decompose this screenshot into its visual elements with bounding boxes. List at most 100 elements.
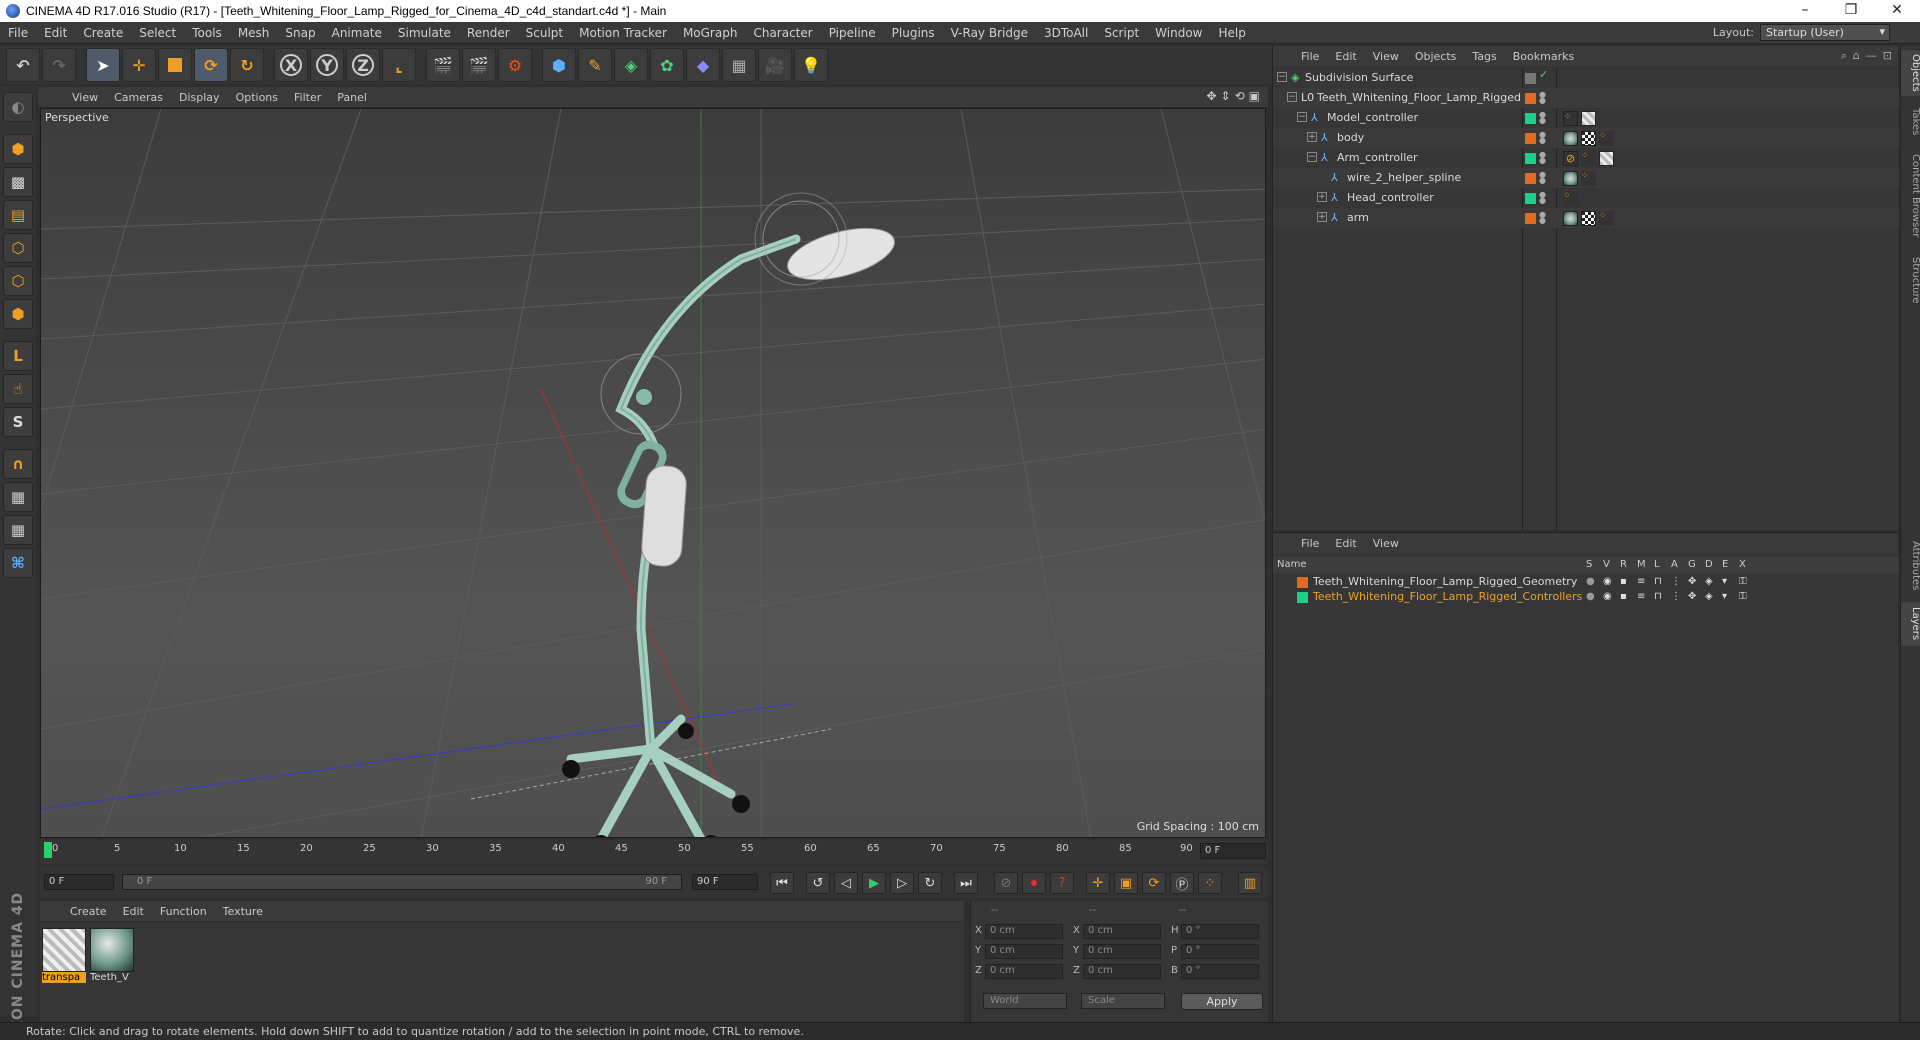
- key-pla-icon[interactable]: ⁘: [1198, 872, 1222, 894]
- go-to-end-icon[interactable]: ⏭: [954, 872, 978, 894]
- visibility-dots[interactable]: ● ●: [1539, 131, 1546, 145]
- layer-swatch[interactable]: [1525, 193, 1536, 204]
- preview-range-slider[interactable]: 0 F 90 F: [122, 874, 682, 890]
- texture-mode-icon[interactable]: ▩: [3, 167, 33, 197]
- expand-panel-icon[interactable]: ⊡: [1883, 49, 1892, 63]
- visibility-dots[interactable]: ● ●: [1539, 91, 1546, 105]
- menu-simulate[interactable]: Simulate: [390, 26, 459, 40]
- texture-tag-icon[interactable]: [1581, 131, 1596, 146]
- layer-row-geometry[interactable]: Teeth_Whitening_Floor_Lamp_Rigged_Geomet…: [1273, 575, 1899, 590]
- ik-tag-icon[interactable]: ⁘: [1563, 191, 1578, 206]
- ik-tag-icon[interactable]: ⁘: [1563, 111, 1578, 126]
- keyframe-selection-icon[interactable]: ?: [1050, 872, 1074, 894]
- polygons-mode-icon[interactable]: ⬢: [3, 299, 33, 329]
- select-icon[interactable]: ➤: [86, 48, 120, 82]
- layer-color-swatch[interactable]: [1297, 592, 1308, 603]
- model-mode-icon[interactable]: ⬢: [3, 134, 33, 164]
- layer-swatch[interactable]: [1525, 153, 1536, 164]
- solo-toggle[interactable]: ●: [1586, 576, 1595, 587]
- render-picture-viewer-icon[interactable]: 🎬: [462, 48, 496, 82]
- size-mode-dropdown[interactable]: Scale: [1081, 993, 1165, 1009]
- tab-attributes[interactable]: Attributes: [1901, 536, 1920, 596]
- menu-render[interactable]: Render: [459, 26, 518, 40]
- layer-swatch[interactable]: [1525, 173, 1536, 184]
- minimize-button[interactable]: –: [1782, 0, 1828, 22]
- expand-toggle[interactable]: −: [1277, 72, 1287, 82]
- axis-icon[interactable]: L: [3, 341, 33, 371]
- key-parameter-icon[interactable]: Ⓟ: [1170, 872, 1194, 894]
- expand-toggle[interactable]: −: [1287, 92, 1297, 102]
- position-x-field[interactable]: 0 cm: [985, 924, 1063, 939]
- object-row-arm[interactable]: + ⅄ arm ● ● ⁘: [1273, 208, 1899, 228]
- viewport-menu-display[interactable]: Display: [171, 91, 228, 104]
- visible-toggle[interactable]: ◉: [1603, 576, 1612, 587]
- rotation-b-field[interactable]: 0 °: [1181, 964, 1259, 979]
- go-to-next-key-icon[interactable]: ↻: [918, 872, 942, 894]
- magnet-icon[interactable]: ∩: [3, 449, 33, 479]
- layer-row-controllers[interactable]: Teeth_Whitening_Floor_Lamp_Rigged_Contro…: [1273, 590, 1899, 605]
- timeline-ruler[interactable]: 0 5 10 15 20 25 30 35 40 45 50 55 60 65 …: [40, 840, 1268, 864]
- material-tag-icon[interactable]: [1599, 151, 1614, 166]
- floor-icon[interactable]: ▦: [722, 48, 756, 82]
- light-icon[interactable]: 💡: [794, 48, 828, 82]
- key-position-icon[interactable]: ✛: [1086, 872, 1110, 894]
- perspective-viewport[interactable]: Perspective Grid Spacing : 100 cm: [40, 108, 1266, 838]
- menu-plugins[interactable]: Plugins: [884, 26, 943, 40]
- expand-toggle[interactable]: +: [1307, 132, 1317, 142]
- close-button[interactable]: ✕: [1874, 0, 1920, 22]
- material-tag-icon[interactable]: [1581, 111, 1596, 126]
- object-row-lamp-root[interactable]: − L0 Teeth_Whitening_Floor_Lamp_Rigged ●…: [1273, 88, 1899, 108]
- visibility-dots[interactable]: ● ●: [1539, 171, 1546, 185]
- current-frame-field[interactable]: 0 F: [1200, 843, 1266, 859]
- viewport-menu-filter[interactable]: Filter: [286, 91, 329, 104]
- menu-snap[interactable]: Snap: [277, 26, 323, 40]
- previous-frame-icon[interactable]: ◁: [834, 872, 858, 894]
- deformers-toggle[interactable]: ◈: [1705, 591, 1713, 602]
- workplane-grid-icon[interactable]: ▦: [3, 515, 33, 545]
- timeline-window-icon[interactable]: ▥: [1238, 872, 1262, 894]
- layers-menu-file[interactable]: File: [1293, 537, 1327, 550]
- objects-menu-view[interactable]: View: [1365, 50, 1407, 63]
- pen-icon[interactable]: ✎: [578, 48, 612, 82]
- viewport-menu-panel[interactable]: Panel: [329, 91, 375, 104]
- layer-color-swatch[interactable]: [1297, 577, 1308, 588]
- edit-render-settings-icon[interactable]: ⚙: [498, 48, 532, 82]
- menu-mesh[interactable]: Mesh: [230, 26, 278, 40]
- menu-create[interactable]: Create: [75, 26, 131, 40]
- generators-toggle[interactable]: ✥: [1688, 591, 1696, 602]
- menu-animate[interactable]: Animate: [324, 26, 390, 40]
- material-tag-icon[interactable]: [1563, 211, 1578, 226]
- layer-swatch[interactable]: [1525, 113, 1536, 124]
- menu-select[interactable]: Select: [131, 26, 184, 40]
- subdivision-icon[interactable]: ◈: [614, 48, 648, 82]
- size-z-field[interactable]: 0 cm: [1083, 964, 1161, 979]
- tab-takes[interactable]: Takes: [1901, 102, 1920, 142]
- expressions-toggle[interactable]: ▾: [1722, 576, 1727, 587]
- z-axis-icon[interactable]: Z: [346, 48, 380, 82]
- playhead-marker[interactable]: [44, 842, 52, 858]
- tab-layers[interactable]: Layers: [1901, 602, 1920, 646]
- menu-3dtoall[interactable]: 3DToAll: [1036, 26, 1096, 40]
- move-icon[interactable]: ✛: [122, 48, 156, 82]
- record-keys-icon[interactable]: ⊘: [994, 872, 1018, 894]
- layers-menu-view[interactable]: View: [1365, 537, 1407, 550]
- redo-icon[interactable]: ↷: [42, 48, 76, 82]
- viewport-menu-options[interactable]: Options: [228, 91, 286, 104]
- tweak-icon[interactable]: ☝: [3, 374, 33, 404]
- xref-toggle[interactable]: ⚿: [1739, 576, 1747, 587]
- snap-icon[interactable]: S: [3, 407, 33, 437]
- menu-character[interactable]: Character: [745, 26, 820, 40]
- next-frame-icon[interactable]: ▷: [890, 872, 914, 894]
- coordinate-system-icon[interactable]: ⌞: [382, 48, 416, 82]
- size-x-field[interactable]: 0 cm: [1083, 924, 1161, 939]
- layer-swatch[interactable]: [1525, 93, 1536, 104]
- menu-window[interactable]: Window: [1147, 26, 1210, 40]
- generators-toggle[interactable]: ✥: [1688, 576, 1696, 587]
- expand-toggle[interactable]: +: [1317, 212, 1327, 222]
- minimize-panel-icon[interactable]: —: [1866, 49, 1877, 63]
- workplane-icon[interactable]: ▤: [3, 200, 33, 230]
- object-row-arm-controller[interactable]: − ⅄ Arm_controller ● ● ⊘ ⁘: [1273, 148, 1899, 168]
- go-to-start-icon[interactable]: ⏮: [770, 872, 794, 894]
- position-y-field[interactable]: 0 cm: [985, 944, 1063, 959]
- manager-toggle[interactable]: ≡: [1637, 576, 1645, 587]
